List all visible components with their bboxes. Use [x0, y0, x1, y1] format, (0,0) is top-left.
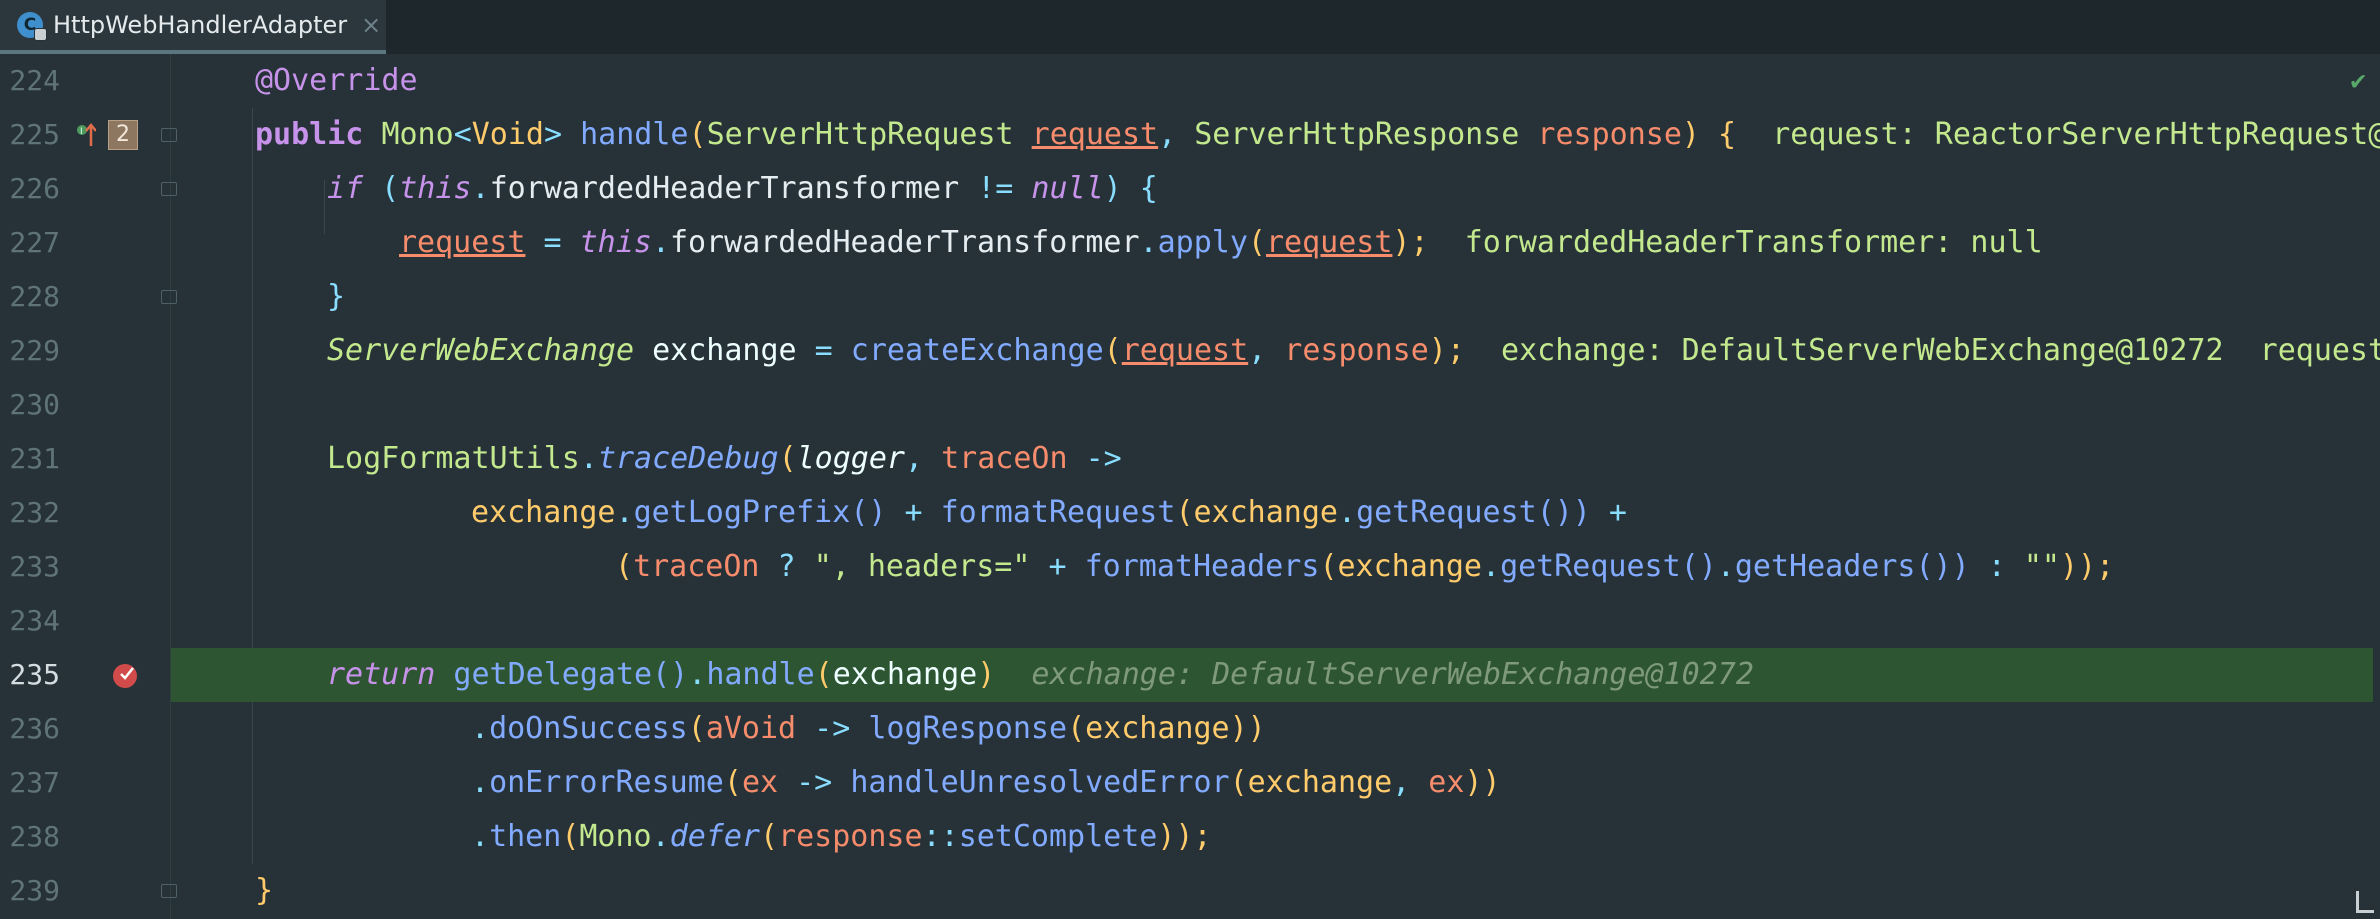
code-editor[interactable]: 224 @Override ✔ 225 I 2 public Mono<Void…	[0, 54, 2380, 919]
code-text: }	[327, 279, 346, 314]
editor-tab-bar: C HttpWebHandlerAdapter ×	[0, 0, 2380, 55]
debug-inline-value: forwardedHeaderTransformer: null	[1428, 225, 2043, 260]
code-text: LogFormatUtils.traceDebug(logger, traceO…	[327, 441, 1122, 476]
code-text: }	[255, 873, 274, 908]
code-text: request = this.forwardedHeaderTransforme…	[399, 225, 2043, 260]
code-line: 231 LogFormatUtils.traceDebug(logger, tr…	[0, 432, 2380, 486]
fold-icon[interactable]	[161, 884, 177, 898]
line-number: 226	[9, 172, 60, 205]
implementations-badge[interactable]: 2	[108, 120, 138, 150]
line-number: 234	[9, 604, 60, 637]
line-number: 227	[9, 226, 60, 259]
debug-inline-value: request: ReactorServerHttpRequest@	[1736, 117, 2380, 152]
line-number: 233	[9, 550, 60, 583]
close-icon[interactable]: ×	[361, 11, 381, 39]
fold-icon[interactable]	[161, 290, 177, 304]
code-text: @Override	[255, 63, 418, 98]
line-number: 224	[9, 64, 60, 97]
code-text: .then(Mono.defer(response::setComplete))…	[471, 819, 1212, 854]
debug-inline-value: exchange: DefaultServerWebExchange@10272	[995, 657, 1754, 692]
code-line: 232 exchange.getLogPrefix() + formatRequ…	[0, 486, 2380, 540]
debug-inline-value: exchange: DefaultServerWebExchange@10272…	[1464, 333, 2380, 368]
line-number: 231	[9, 442, 60, 475]
fold-icon[interactable]	[161, 128, 177, 142]
code-line: 233 (traceOn ? ", headers=" + formatHead…	[0, 540, 2380, 594]
overrides-method-icon[interactable]: I	[76, 122, 96, 148]
line-number: 229	[9, 334, 60, 367]
file-tab[interactable]: C HttpWebHandlerAdapter ×	[0, 0, 386, 54]
check-icon[interactable]: ✔	[2350, 66, 2366, 96]
line-number: 236	[9, 712, 60, 745]
code-line: 234	[0, 594, 2380, 648]
breakpoint-icon[interactable]	[112, 661, 140, 689]
code-line: 237 .onErrorResume(ex -> handleUnresolve…	[0, 756, 2380, 810]
file-tab-label: HttpWebHandlerAdapter	[53, 11, 348, 39]
code-line: 224 @Override ✔	[0, 54, 2380, 108]
class-icon: C	[17, 12, 47, 41]
line-number: 230	[9, 388, 60, 421]
code-text: public Mono<Void> handle(ServerHttpReque…	[255, 108, 2380, 162]
code-text: (traceOn ? ", headers=" + formatHeaders(…	[615, 549, 2115, 584]
code-line: 230	[0, 378, 2380, 432]
line-number: 237	[9, 766, 60, 799]
code-line: 226 if (this.forwardedHeaderTransformer …	[0, 162, 2380, 216]
code-line: 235 return getDelegate().handle(exchange…	[0, 648, 2380, 702]
code-text: ServerWebExchange exchange = createExcha…	[327, 324, 2380, 378]
line-number: 232	[9, 496, 60, 529]
code-line: 227 request = this.forwardedHeaderTransf…	[0, 216, 2380, 270]
line-number: 235	[9, 658, 60, 691]
code-line: 236 .doOnSuccess(aVoid -> logResponse(ex…	[0, 702, 2380, 756]
code-line: 228 }	[0, 270, 2380, 324]
code-text: if (this.forwardedHeaderTransformer != n…	[327, 171, 1158, 206]
line-number: 239	[9, 874, 60, 907]
line-number: 228	[9, 280, 60, 313]
line-number: 225	[9, 118, 60, 151]
code-line: 225 I 2 public Mono<Void> handle(ServerH…	[0, 108, 2380, 162]
svg-text:I: I	[80, 127, 83, 137]
code-line: 229 ServerWebExchange exchange = createE…	[0, 324, 2380, 378]
line-number: 238	[9, 820, 60, 853]
code-text: .doOnSuccess(aVoid -> logResponse(exchan…	[471, 711, 1266, 746]
scrollbar-thumb[interactable]	[2356, 891, 2374, 913]
code-line: 239 }	[0, 864, 2380, 918]
code-text: .onErrorResume(ex -> handleUnresolvedErr…	[471, 765, 1501, 800]
code-line: 238 .then(Mono.defer(response::setComple…	[0, 810, 2380, 864]
fold-icon[interactable]	[161, 182, 177, 196]
code-text: return getDelegate().handle(exchange) ex…	[327, 657, 1754, 692]
code-text: exchange.getLogPrefix() + formatRequest(…	[471, 495, 1627, 530]
